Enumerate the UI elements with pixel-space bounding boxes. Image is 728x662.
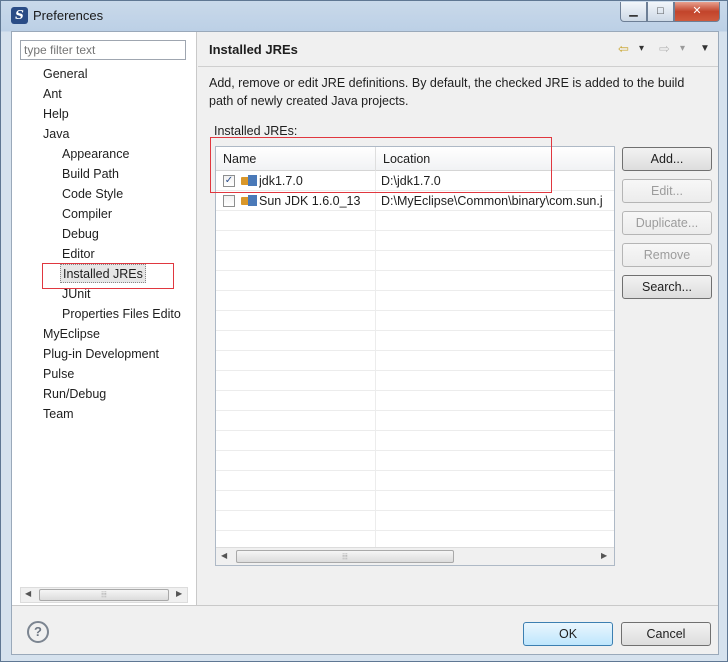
jre-icon — [241, 195, 257, 207]
dialog-client: General Ant Help Java Appearance Build P… — [11, 31, 719, 655]
view-menu-icon[interactable]: ▼ — [700, 43, 710, 54]
forward-dropdown-icon[interactable]: ▾ — [680, 43, 685, 54]
empty-row — [216, 231, 614, 251]
empty-row — [216, 251, 614, 271]
tree-horizontal-scrollbar[interactable]: ◀ ⦙⦙⦙ ▶ — [20, 587, 188, 603]
tree-item-pulse[interactable]: Pulse — [43, 365, 74, 384]
tree-highlight-box — [42, 263, 174, 289]
installed-jres-label: Installed JREs: — [214, 124, 298, 138]
empty-row — [216, 411, 614, 431]
forward-arrow-icon[interactable]: ⇨ — [659, 41, 670, 57]
header-separator — [198, 66, 718, 67]
tree-item-debug[interactable]: Debug — [62, 225, 99, 244]
empty-row — [216, 291, 614, 311]
app-icon: S — [11, 7, 28, 24]
ok-button[interactable]: OK — [523, 622, 613, 646]
title-bar[interactable]: S Preferences ▁ □ ✕ — [1, 1, 727, 31]
table-scroll-thumb[interactable]: ⦙⦙⦙ — [236, 550, 454, 563]
page-description: Add, remove or edit JRE definitions. By … — [209, 76, 685, 108]
empty-row — [216, 471, 614, 491]
empty-row — [216, 451, 614, 471]
tree-item-plugin-development[interactable]: Plug-in Development — [43, 345, 159, 364]
tree-item-run-debug[interactable]: Run/Debug — [43, 385, 106, 404]
tree-item-build-path[interactable]: Build Path — [62, 165, 119, 184]
empty-row — [216, 351, 614, 371]
empty-row — [216, 331, 614, 351]
preference-tree-pane: General Ant Help Java Appearance Build P… — [12, 32, 197, 605]
edit-button[interactable]: Edit... — [622, 179, 712, 203]
tree-item-java[interactable]: Java — [43, 125, 69, 144]
add-button[interactable]: Add... — [622, 147, 712, 171]
tree-item-properties-files-editor[interactable]: Properties Files Edito — [62, 305, 181, 324]
empty-row — [216, 511, 614, 531]
tree-item-ant[interactable]: Ant — [43, 85, 62, 104]
table-row[interactable]: Sun JDK 1.6.0_13 D:\MyEclipse\Common\bin… — [216, 191, 614, 211]
tree-item-editor[interactable]: Editor — [62, 245, 95, 264]
tree-item-code-style[interactable]: Code Style — [62, 185, 123, 204]
empty-row — [216, 271, 614, 291]
footer-separator — [12, 605, 718, 606]
tree-item-myeclipse[interactable]: MyEclipse — [43, 325, 100, 344]
cancel-button[interactable]: Cancel — [621, 622, 711, 646]
page-title: Installed JREs — [209, 42, 298, 57]
jre-table: Name Location ✓ jdk1.7.0 D:\jdk1.7.0 Sun… — [215, 146, 615, 566]
scroll-right-arrow-icon[interactable]: ▶ — [176, 589, 182, 598]
maximize-button[interactable]: □ — [647, 2, 674, 22]
empty-row — [216, 431, 614, 451]
empty-row — [216, 211, 614, 231]
empty-row — [216, 371, 614, 391]
empty-row — [216, 311, 614, 331]
minimize-button[interactable]: ▁ — [620, 2, 647, 22]
preference-page: Installed JREs ⇦ ▾ ⇨ ▾ ▼ Add, remove or … — [198, 32, 718, 605]
duplicate-button[interactable]: Duplicate... — [622, 211, 712, 235]
filter-input[interactable] — [20, 40, 186, 60]
search-button[interactable]: Search... — [622, 275, 712, 299]
table-horizontal-scrollbar[interactable]: ◀ ⦙⦙⦙ ▶ — [216, 547, 614, 565]
empty-row — [216, 391, 614, 411]
jre-location: D:\MyEclipse\Common\binary\com.sun.j — [381, 194, 603, 208]
back-arrow-icon[interactable]: ⇦ — [618, 41, 629, 57]
scroll-right-arrow-icon[interactable]: ▶ — [601, 551, 607, 560]
tree-item-appearance[interactable]: Appearance — [62, 145, 129, 164]
preferences-window: S Preferences ▁ □ ✕ General Ant Help Jav… — [0, 0, 728, 662]
close-button[interactable]: ✕ — [674, 2, 720, 22]
scroll-left-arrow-icon[interactable]: ◀ — [221, 551, 227, 560]
tree-item-team[interactable]: Team — [43, 405, 74, 424]
scroll-left-arrow-icon[interactable]: ◀ — [25, 589, 31, 598]
tree-item-compiler[interactable]: Compiler — [62, 205, 112, 224]
jre-name: Sun JDK 1.6.0_13 — [259, 194, 361, 208]
table-highlight-box — [210, 137, 552, 193]
help-icon[interactable]: ? — [27, 621, 49, 643]
empty-row — [216, 491, 614, 511]
jre-checkbox[interactable] — [223, 195, 235, 207]
tree-item-general[interactable]: General — [43, 65, 87, 84]
window-title: Preferences — [33, 8, 104, 23]
tree-item-help[interactable]: Help — [43, 105, 69, 124]
remove-button[interactable]: Remove — [622, 243, 712, 267]
back-dropdown-icon[interactable]: ▾ — [639, 43, 644, 54]
tree-scroll-thumb[interactable]: ⦙⦙⦙ — [39, 589, 169, 601]
